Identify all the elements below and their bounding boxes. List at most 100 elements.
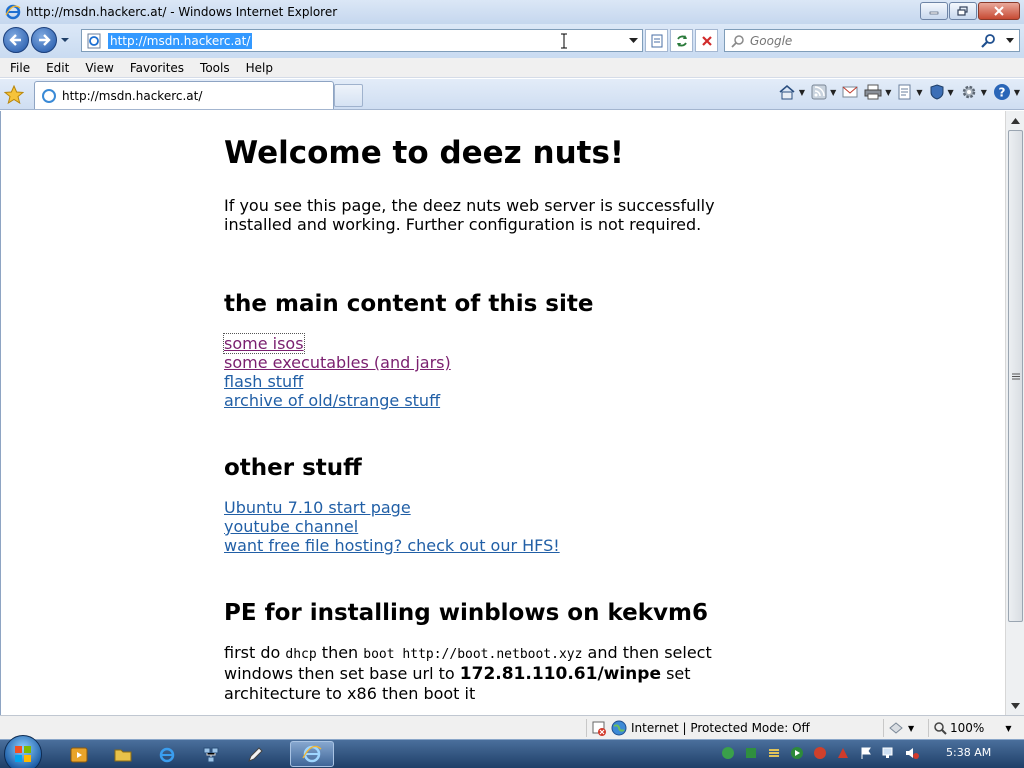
status-extra[interactable]: ▼ bbox=[883, 719, 914, 737]
start-button[interactable] bbox=[4, 735, 42, 768]
tray-app-icon bbox=[722, 747, 734, 759]
status-bar: Internet | Protected Mode: Off ▼ 100% ▼ bbox=[0, 715, 1024, 739]
tray-icon-4[interactable] bbox=[789, 745, 805, 761]
quicklaunch-tool[interactable] bbox=[244, 744, 266, 766]
menu-file[interactable]: File bbox=[0, 61, 38, 75]
scroll-down-button[interactable] bbox=[1008, 698, 1023, 713]
new-tab-button[interactable] bbox=[334, 84, 363, 107]
restore-button[interactable] bbox=[949, 2, 977, 20]
tray-icon-9[interactable] bbox=[904, 745, 920, 761]
feeds-button[interactable]: ▼ bbox=[811, 84, 836, 100]
menu-view[interactable]: View bbox=[77, 61, 121, 75]
menu-favorites[interactable]: Favorites bbox=[122, 61, 192, 75]
minimize-button[interactable] bbox=[920, 2, 948, 20]
link-youtube-channel[interactable]: youtube channel bbox=[224, 517, 784, 536]
taskbar: 5:38 AM bbox=[0, 735, 1024, 768]
svg-text:?: ? bbox=[998, 86, 1005, 100]
folder-icon bbox=[114, 749, 132, 762]
tab-label: http://msdn.hackerc.at/ bbox=[62, 88, 203, 103]
tray-play-icon bbox=[791, 747, 803, 759]
tab-current[interactable]: http://msdn.hackerc.at/ bbox=[34, 81, 334, 109]
forward-button[interactable] bbox=[31, 27, 57, 53]
mail-icon bbox=[842, 86, 858, 98]
page-menu-button[interactable]: ▼ bbox=[897, 84, 923, 100]
help-dropdown-icon[interactable]: ▼ bbox=[1014, 88, 1020, 97]
search-icon[interactable] bbox=[981, 33, 997, 49]
main-content-heading: the main content of this site bbox=[224, 291, 594, 317]
link-flash-stuff[interactable]: flash stuff bbox=[224, 372, 784, 391]
tray-icon-2[interactable] bbox=[743, 745, 759, 761]
pe-code-dhcp: dhcp bbox=[285, 647, 317, 662]
scrollbar-thumb[interactable] bbox=[1008, 130, 1023, 622]
search-box[interactable] bbox=[724, 29, 1020, 52]
quicklaunch-ie[interactable] bbox=[156, 744, 178, 766]
search-options-dropdown-icon[interactable] bbox=[1006, 38, 1014, 44]
status-extra-dropdown-icon[interactable]: ▼ bbox=[908, 724, 914, 733]
tray-update-icon bbox=[838, 748, 848, 758]
main-links: some isos some executables (and jars) fl… bbox=[223, 333, 784, 410]
back-button[interactable] bbox=[3, 27, 29, 53]
zoom-icon bbox=[934, 722, 947, 735]
zoom-dropdown-icon[interactable]: ▼ bbox=[1005, 724, 1011, 733]
print-button[interactable]: ▼ bbox=[864, 84, 891, 100]
gear-icon bbox=[962, 85, 975, 99]
search-input[interactable] bbox=[750, 33, 990, 48]
printer-icon bbox=[864, 84, 882, 100]
tools-menu-button[interactable]: ▼ bbox=[960, 83, 987, 101]
address-url[interactable]: http://msdn.hackerc.at/ bbox=[108, 32, 253, 49]
page-dropdown-icon[interactable]: ▼ bbox=[916, 88, 922, 97]
tray-icon-8[interactable] bbox=[881, 745, 897, 761]
refresh-icon bbox=[676, 34, 687, 47]
home-button[interactable]: ▼ bbox=[778, 84, 805, 100]
link-ubuntu-start-page[interactable]: Ubuntu 7.10 start page bbox=[224, 498, 784, 517]
address-bar[interactable]: http://msdn.hackerc.at/ bbox=[81, 29, 643, 52]
link-executables[interactable]: some executables (and jars) bbox=[224, 353, 784, 372]
tray-icon-6[interactable] bbox=[835, 745, 851, 761]
tray-icon-3[interactable] bbox=[766, 745, 782, 761]
read-mail-button[interactable] bbox=[842, 85, 858, 99]
zoom-control[interactable]: 100% ▼ bbox=[928, 719, 1011, 737]
pe-text-1: first do bbox=[224, 643, 286, 662]
minimize-icon bbox=[929, 11, 939, 15]
compatibility-view-button[interactable] bbox=[645, 29, 668, 52]
quicklaunch-network[interactable] bbox=[200, 744, 222, 766]
quicklaunch-explorer[interactable] bbox=[112, 744, 134, 766]
refresh-button[interactable] bbox=[670, 29, 693, 52]
vertical-scrollbar[interactable] bbox=[1005, 111, 1024, 715]
stop-button[interactable] bbox=[695, 29, 718, 52]
media-player-icon bbox=[70, 747, 88, 763]
tray-icon-1[interactable] bbox=[720, 745, 736, 761]
safety-dropdown-icon[interactable]: ▼ bbox=[948, 88, 954, 97]
menu-help[interactable]: Help bbox=[238, 61, 281, 75]
safety-menu-button[interactable]: ▼ bbox=[929, 84, 954, 100]
home-dropdown-icon[interactable]: ▼ bbox=[799, 88, 805, 97]
taskbar-ie-window[interactable] bbox=[290, 741, 334, 767]
menu-edit[interactable]: Edit bbox=[38, 61, 77, 75]
menu-bar: File Edit View Favorites Tools Help bbox=[0, 58, 1024, 78]
quicklaunch-media-player[interactable] bbox=[68, 744, 90, 766]
close-window-button[interactable] bbox=[978, 2, 1020, 20]
print-dropdown-icon[interactable]: ▼ bbox=[885, 88, 891, 97]
menu-tools[interactable]: Tools bbox=[192, 61, 238, 75]
security-zone[interactable]: Internet | Protected Mode: Off bbox=[586, 719, 810, 737]
recent-pages-dropdown-icon[interactable] bbox=[60, 36, 70, 44]
tray-icon-5[interactable] bbox=[812, 745, 828, 761]
help-menu-button[interactable]: ? ▼ bbox=[993, 83, 1020, 101]
back-arrow-icon bbox=[9, 34, 21, 46]
link-some-isos[interactable]: some isos bbox=[223, 333, 305, 354]
navigation-bar: http://msdn.hackerc.at/ bbox=[0, 24, 1024, 58]
feeds-dropdown-icon[interactable]: ▼ bbox=[830, 88, 836, 97]
tools-dropdown-icon[interactable]: ▼ bbox=[981, 88, 987, 97]
link-archive[interactable]: archive of old/strange stuff bbox=[224, 391, 784, 410]
favorites-star-icon[interactable] bbox=[4, 85, 24, 105]
quick-launch bbox=[68, 744, 266, 766]
forward-arrow-icon bbox=[39, 34, 51, 46]
page-icon bbox=[87, 33, 101, 48]
feeds-icon bbox=[811, 84, 827, 100]
address-dropdown-icon[interactable] bbox=[629, 38, 638, 44]
restore-icon bbox=[957, 6, 968, 16]
tray-icon-7[interactable] bbox=[858, 745, 874, 761]
scroll-up-button[interactable] bbox=[1008, 113, 1023, 128]
clock[interactable]: 5:38 AM bbox=[946, 746, 991, 759]
link-file-hosting[interactable]: want free file hosting? check out our HF… bbox=[224, 536, 784, 555]
